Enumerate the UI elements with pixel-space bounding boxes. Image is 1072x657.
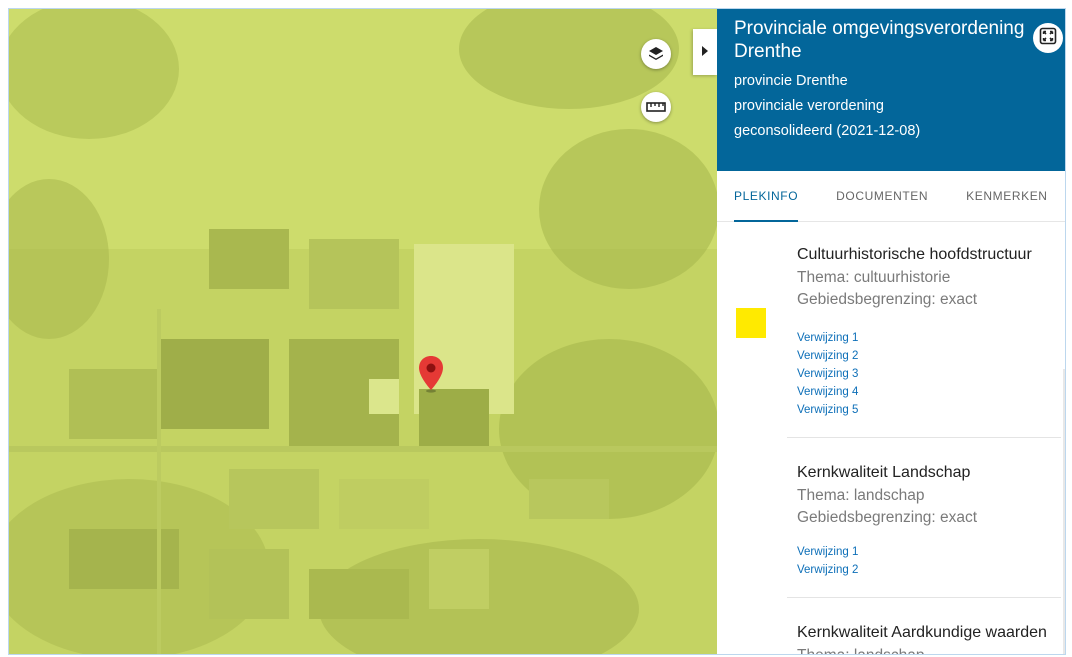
- layers-button[interactable]: [641, 39, 671, 69]
- aerial-imagery: [9, 9, 717, 654]
- reference-list: Verwijzing 1 Verwijzing 2 Verwijzing 3 V…: [797, 329, 1061, 419]
- panel-status: geconsolideerd (2021-12-08): [734, 123, 921, 139]
- legend-swatch: [736, 308, 766, 338]
- panel-tabs: PLEKINFO DOCUMENTEN KENMERKEN: [717, 171, 1065, 222]
- map-view[interactable]: [9, 9, 717, 654]
- tab-plekinfo[interactable]: PLEKINFO: [734, 171, 799, 222]
- panel-title: Provinciale omgevingsverordening Drenthe: [734, 18, 1025, 62]
- reference-link[interactable]: Verwijzing 4: [797, 383, 1061, 401]
- app-frame: Provinciale omgevingsverordening Drenthe…: [8, 8, 1066, 655]
- reference-link[interactable]: Verwijzing 5: [797, 401, 1061, 419]
- reference-link[interactable]: Verwijzing 1: [797, 543, 1061, 561]
- reference-list: Verwijzing 1 Verwijzing 2: [797, 543, 1061, 579]
- map-marker[interactable]: [418, 355, 444, 398]
- item-boundary: Gebiedsbegrenzing: exact: [797, 291, 978, 308]
- item-theme: Thema: landschap: [797, 487, 925, 504]
- panel-header: Provinciale omgevingsverordening Drenthe…: [717, 9, 1065, 171]
- list-item: Kernkwaliteit Landschap Thema: landschap…: [787, 438, 1061, 598]
- layers-icon: [647, 45, 665, 63]
- item-theme: Thema: cultuurhistorie: [797, 269, 951, 286]
- scrollbar[interactable]: [1063, 369, 1065, 654]
- info-panel: Provinciale omgevingsverordening Drenthe…: [717, 9, 1065, 654]
- fullscreen-button[interactable]: [1033, 23, 1063, 53]
- triangle-right-icon: [702, 43, 708, 61]
- item-title: Cultuurhistorische hoofdstructuur: [797, 246, 1032, 263]
- measure-button[interactable]: [641, 92, 671, 122]
- panel-authority: provincie Drenthe: [734, 73, 848, 89]
- reference-link[interactable]: Verwijzing 3: [797, 365, 1061, 383]
- list-item: Cultuurhistorische hoofdstructuur Thema:…: [736, 222, 1061, 438]
- panel-toggle-button[interactable]: [693, 29, 717, 75]
- map-pin-icon: [418, 356, 444, 397]
- item-boundary: Gebiedsbegrenzing: exact: [797, 509, 978, 526]
- list-item: Kernkwaliteit Aardkundige waarden Thema:…: [787, 598, 1061, 654]
- item-theme: Thema: landschap: [797, 645, 1061, 654]
- item-title: Kernkwaliteit Aardkundige waarden: [797, 624, 1047, 641]
- reference-link[interactable]: Verwijzing 2: [797, 561, 1061, 579]
- reference-link[interactable]: Verwijzing 2: [797, 347, 1061, 365]
- item-title: Kernkwaliteit Landschap: [797, 464, 971, 481]
- plekinfo-list: Cultuurhistorische hoofdstructuur Thema:…: [717, 222, 1065, 654]
- tab-kenmerken[interactable]: KENMERKEN: [966, 171, 1047, 221]
- panel-doc-type: provinciale verordening: [734, 98, 884, 114]
- tab-documenten[interactable]: DOCUMENTEN: [836, 171, 928, 221]
- reference-link[interactable]: Verwijzing 1: [797, 329, 1061, 347]
- ruler-icon: [646, 100, 666, 114]
- fullscreen-icon: [1039, 27, 1057, 50]
